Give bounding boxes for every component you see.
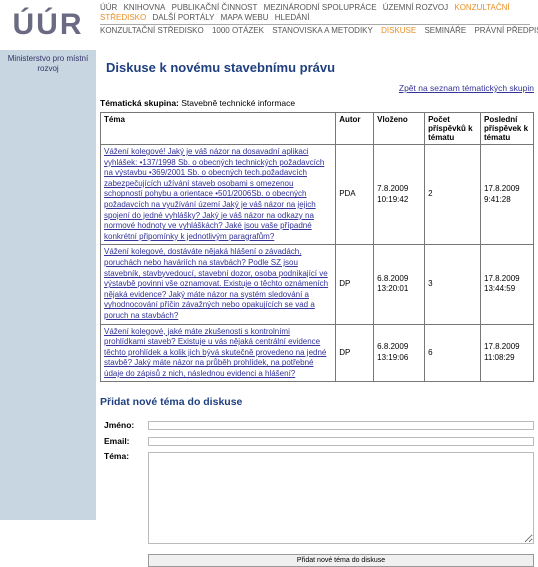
nav-item-uzemni-rozvoj[interactable]: Územní rozvoj (383, 3, 448, 12)
topics-table: Téma Autor Vloženo Počet příspěvků k tém… (99, 112, 534, 383)
logo-box[interactable]: ÚÚR (0, 0, 96, 50)
topic-label: Téma: (104, 451, 130, 461)
topic-cell: Vážení kolegové, jaké máte zkušenosti s … (99, 323, 337, 383)
posted-cell: 6.8.2009 13:20:01 (373, 244, 426, 325)
last-post-cell: 17.8.2009 11:08:29 (480, 323, 534, 383)
subnav-item-diskuse[interactable]: Diskuse (381, 26, 416, 35)
sidebar-item-mmr[interactable]: Ministerstvo pro místní rozvoj (0, 50, 96, 78)
topic-link[interactable]: Vážení kolegové! Jaký je váš názor na do… (104, 147, 324, 241)
topic-link[interactable]: Vážení kolegové, dostáváte nějaká hlášen… (104, 247, 328, 320)
nav-item-knihovna[interactable]: Knihovna (124, 3, 166, 12)
nav-item-mezinarodni-spoluprace[interactable]: Mezinárodní spolupráce (264, 3, 377, 12)
col-header-topic: Téma (99, 112, 337, 145)
author-cell: DP (335, 323, 375, 383)
nav-item-dalsi-portaly[interactable]: Další portály (152, 13, 214, 22)
count-cell: 3 (424, 244, 482, 325)
header: ÚÚR ÚÚR Knihovna Publikační činnost Mezi… (0, 0, 538, 50)
last-post-cell: 17.8.2009 13:44:59 (480, 244, 534, 325)
nav-item-mapa-webu[interactable]: Mapa webu (221, 13, 269, 22)
col-header-last: Poslední příspěvek k tématu (480, 112, 534, 145)
author-cell: PDA (335, 143, 375, 246)
add-topic-button[interactable]: Přidat nové téma do diskuse (148, 554, 534, 567)
table-row: Vážení kolegové, dostáváte nějaká hlášen… (99, 244, 534, 325)
table-header-row: Téma Autor Vloženo Počet příspěvků k tém… (99, 112, 534, 145)
add-topic-heading: Přidat nové téma do diskuse (100, 396, 243, 408)
topic-group-value: Stavebně technické informace (181, 98, 296, 108)
nav-item-uur[interactable]: ÚÚR (100, 3, 117, 12)
table-row: Vážení kolegové, jaké máte zkušenosti s … (99, 323, 534, 383)
subnav-item-konzultacni-stredisko[interactable]: Konzultační středisko (100, 26, 204, 35)
email-input[interactable] (148, 437, 534, 446)
back-to-groups-link[interactable]: Zpět na seznam tématických skupin (399, 83, 534, 93)
count-cell: 2 (424, 143, 482, 246)
topic-textarea[interactable] (148, 452, 534, 544)
topic-cell: Vážení kolegové! Jaký je váš názor na do… (99, 143, 337, 246)
count-cell: 6 (424, 323, 482, 383)
email-label: Email: (104, 436, 130, 446)
uur-logo[interactable]: ÚÚR (13, 8, 84, 42)
name-label: Jméno: (104, 420, 135, 430)
topic-group-label: Tématická skupina: (100, 98, 179, 108)
topic-group: Tématická skupina: Stavebně technické in… (100, 98, 295, 108)
last-post-cell: 17.8.2009 9:41:28 (480, 143, 534, 246)
nav-item-publikacni-cinnost[interactable]: Publikační činnost (172, 3, 258, 12)
col-header-posted: Vloženo (373, 112, 426, 145)
subnav-item-1000-otazek[interactable]: 1000 otázek (212, 26, 264, 35)
topic-cell: Vážení kolegové, dostáváte nějaká hlášen… (99, 244, 337, 325)
sidebar: Ministerstvo pro místní rozvoj (0, 50, 96, 520)
posted-cell: 7.8.2009 10:19:42 (373, 143, 426, 246)
subnav-item-stanoviska[interactable]: Stanoviska a metodiky (272, 26, 373, 35)
subnav-item-pravni-predpisy[interactable]: Právní předpisy (474, 26, 538, 35)
nav-divider (100, 24, 530, 25)
topic-link[interactable]: Vážení kolegové, jaké máte zkušenosti s … (104, 327, 326, 378)
col-header-author: Autor (335, 112, 375, 145)
nav-item-hledani[interactable]: Hledání (275, 13, 310, 22)
author-cell: DP (335, 244, 375, 325)
table-row: Vážení kolegové! Jaký je váš názor na do… (99, 143, 534, 246)
name-input[interactable] (148, 421, 534, 430)
sub-nav: Konzultační středisko 1000 otázek Stanov… (100, 26, 538, 36)
main-nav: ÚÚR Knihovna Publikační činnost Mezináro… (100, 3, 530, 23)
subnav-item-seminare[interactable]: Semináře (424, 26, 466, 35)
col-header-count: Počet příspěvků k tématu (424, 112, 482, 145)
page-title: Diskuse k novému stavebnímu právu (106, 60, 336, 75)
posted-cell: 6.8.2009 13:19:06 (373, 323, 426, 383)
